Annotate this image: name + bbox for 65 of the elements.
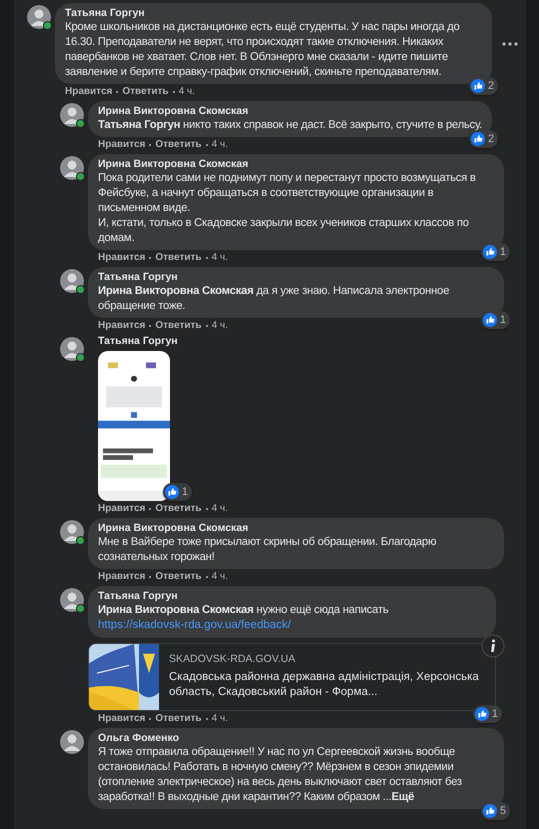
reply-link[interactable]: Ответить xyxy=(155,139,202,151)
comment-time[interactable]: 4 ч. xyxy=(212,571,228,583)
avatar[interactable] xyxy=(60,520,84,544)
reaction-badge[interactable]: 1 xyxy=(480,243,510,261)
comment-text: Татьяна Горгун никто таких справок не даст. Всё закрыто, стучите в рельсу. xyxy=(98,118,482,133)
author-name[interactable]: Ирина Викторовна Скомская xyxy=(98,105,482,118)
comment-text: Я тоже отправила обращение!! У нас по ул Сергеевской жизнь вообще остановилась! Работать в ночную смену?? Мёрзнем в сезон эпидемии (отопление электрическое) на весь день выключают свет оставляют без заработка!! В выходные дни карантин?? Каким образом ...Ещё xyxy=(98,744,463,804)
link-preview[interactable]: SKADOVSK-RDA.GOV.UA Скадовська районна державна адміністрація, Херсонська область, Скадовський район - Форма... xyxy=(88,642,496,710)
reply-link[interactable]: Ответить xyxy=(155,320,202,332)
thumbs-up-icon xyxy=(164,485,179,499)
author-name[interactable]: Татьяна Горгун xyxy=(98,271,494,284)
thumbs-up-icon xyxy=(482,245,497,259)
avatar[interactable] xyxy=(60,269,84,293)
avatar[interactable] xyxy=(27,5,51,29)
info-icon[interactable] xyxy=(481,634,505,658)
link[interactable]: https://skadovsk-rda.gov.ua/feedback/ xyxy=(98,618,486,634)
reaction-badge[interactable]: 2 xyxy=(468,77,498,95)
author-name[interactable]: Татьяна Горгун xyxy=(65,7,482,20)
avatar[interactable] xyxy=(60,337,84,361)
avatar[interactable] xyxy=(60,156,84,180)
reply-link[interactable]: Ответить xyxy=(155,503,202,515)
author-name[interactable]: Ирина Викторовна Скомская xyxy=(98,158,494,171)
thumbs-up-icon xyxy=(470,79,485,93)
avatar[interactable] xyxy=(60,103,84,127)
see-more-link[interactable]: Ещё xyxy=(391,790,414,802)
comment-time[interactable]: 4 ч. xyxy=(212,320,228,332)
comment-time[interactable]: 4 ч. xyxy=(178,86,195,98)
reaction-badge[interactable]: 2 xyxy=(469,130,498,148)
comment-text: Кроме школьников на дистанционке есть ещё студенты. У нас пары иногда до 16.30. Преподаватели не верят, что происходят такие отключения. Никаких павербанков не хватает. Слов нет. В Облэнерго мне сказали - идите пишите заявление и берите справку-график отключений, скиньте преподавателям. xyxy=(65,20,461,80)
like-link[interactable]: Нравится xyxy=(98,139,146,151)
thumbs-up-icon xyxy=(471,132,485,146)
reaction-badge[interactable]: 1 xyxy=(480,311,510,329)
reply-link[interactable]: Ответить xyxy=(122,86,169,98)
reaction-badge[interactable]: 5 xyxy=(480,802,510,820)
like-link[interactable]: Нравится xyxy=(98,571,146,583)
thumbs-up-icon xyxy=(474,706,489,720)
author-name[interactable]: Ольга Фоменко xyxy=(98,732,494,744)
link-domain: SKADOVSK-RDA.GOV.UA xyxy=(169,653,296,665)
comment-text: Мне в Вайбере тоже присылают скрины об обращении. Благодарю сознательных горожан! xyxy=(98,535,438,565)
comment-time[interactable]: 4 ч. xyxy=(212,712,228,724)
comment-text: Ирина Викторовна Скомская да я уже знаю. Написала электронное обращение тоже. xyxy=(98,284,450,314)
reply-link[interactable]: Ответить xyxy=(155,571,202,583)
reply-link[interactable]: Ответить xyxy=(155,712,202,724)
comment-time[interactable]: 4 ч. xyxy=(212,503,228,515)
comment-text: Пока родители сами не поднимут попу и перестанут просто возмущаться в Фейсбуке, а начнут обращаться в соответствующие организации в письменном виде. И, кстати, только в Скадовске закрыли всех учеников старших классов по домам. xyxy=(98,171,477,246)
like-link[interactable]: Нравится xyxy=(65,86,112,98)
more-options-icon[interactable] xyxy=(502,42,518,46)
comment-time[interactable]: 4 ч. xyxy=(212,252,228,264)
author-name[interactable]: Татьяна Горгун xyxy=(98,590,486,603)
author-name[interactable]: Ирина Викторовна Скомская xyxy=(98,522,494,535)
comment-time[interactable]: 4 ч. xyxy=(212,139,228,151)
avatar[interactable] xyxy=(60,730,84,754)
thumbs-up-icon xyxy=(482,804,497,818)
like-link[interactable]: Нравится xyxy=(98,712,146,724)
link-title: Скадовська районна державна адміністрація, Херсонська область, Скадовський район - Форма... xyxy=(169,670,480,700)
reaction-badge[interactable]: 1 xyxy=(162,483,192,501)
reaction-badge[interactable]: 1 xyxy=(472,704,502,722)
like-link[interactable]: Нравится xyxy=(98,503,146,515)
reply-link[interactable]: Ответить xyxy=(155,252,202,264)
comment-text: Ирина Викторовна Скомская нужно ещё сюда написать xyxy=(98,603,390,618)
avatar[interactable] xyxy=(60,588,84,612)
like-link[interactable]: Нравится xyxy=(98,252,146,264)
like-link[interactable]: Нравится xyxy=(98,320,146,332)
thumbs-up-icon xyxy=(482,313,497,327)
author-name[interactable]: Татьяна Горгун xyxy=(98,335,178,348)
